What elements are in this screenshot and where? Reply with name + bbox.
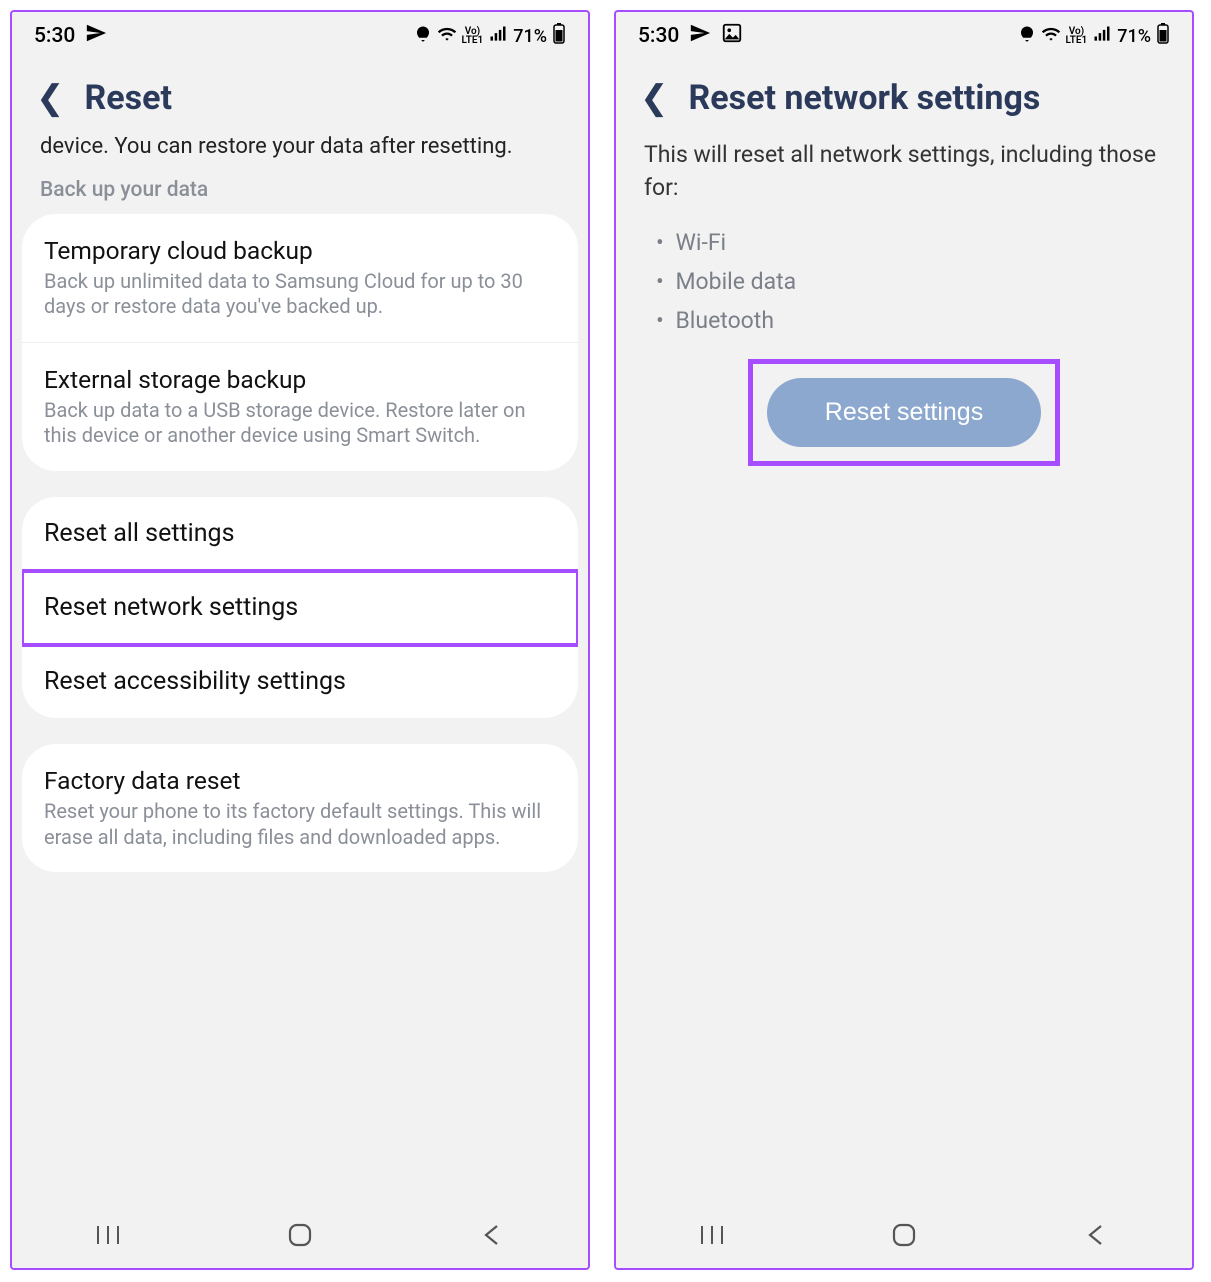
back-button[interactable] xyxy=(472,1220,512,1250)
battery-icon xyxy=(552,23,566,50)
external-storage-backup[interactable]: External storage backup Back up data to … xyxy=(22,343,578,471)
factory-card: Factory data reset Reset your phone to i… xyxy=(22,744,578,872)
row-title: Temporary cloud backup xyxy=(44,236,556,265)
home-button[interactable] xyxy=(884,1220,924,1250)
reset-settings-button[interactable]: Reset settings xyxy=(767,378,1041,447)
bullet-bluetooth: Bluetooth xyxy=(656,301,1152,340)
reset-button-container: Reset settings xyxy=(616,364,1192,461)
android-nav-bar xyxy=(12,1202,588,1268)
reset-network-settings[interactable]: Reset network settings xyxy=(22,571,578,645)
page-header: ❮ Reset network settings xyxy=(616,56,1192,132)
row-title: External storage backup xyxy=(44,365,556,394)
row-sub: Reset your phone to its factory default … xyxy=(44,799,556,850)
temporary-cloud-backup[interactable]: Temporary cloud backup Back up unlimited… xyxy=(22,214,578,343)
page-title: Reset network settings xyxy=(689,78,1041,118)
home-button[interactable] xyxy=(280,1220,320,1250)
back-button[interactable] xyxy=(1076,1220,1116,1250)
recents-button[interactable] xyxy=(88,1220,128,1250)
page-header: ❮ Reset xyxy=(12,56,588,132)
telegram-icon xyxy=(85,22,107,50)
phone-right: 5:30 Vo)LTE1 71% ❮ Reset network setting… xyxy=(614,10,1194,1270)
reset-accessibility-settings[interactable]: Reset accessibility settings xyxy=(22,645,578,718)
signal-icon xyxy=(488,24,508,49)
wifi-icon xyxy=(1041,24,1061,49)
row-title: Reset accessibility settings xyxy=(44,667,556,696)
status-bar: 5:30 Vo)LTE1 71% xyxy=(12,12,588,56)
section-label: Back up your data xyxy=(12,178,588,214)
reset-all-settings[interactable]: Reset all settings xyxy=(22,497,578,571)
factory-data-reset[interactable]: Factory data reset Reset your phone to i… xyxy=(22,744,578,872)
telegram-icon xyxy=(689,22,711,50)
volte-icon: Vo)LTE1 xyxy=(462,27,484,45)
battery-pct: 71% xyxy=(513,26,547,47)
signal-icon xyxy=(1092,24,1112,49)
alarm-icon xyxy=(414,25,432,48)
recents-button[interactable] xyxy=(692,1220,732,1250)
bullet-wifi: Wi-Fi xyxy=(656,223,1152,262)
status-time: 5:30 xyxy=(34,24,75,48)
intro-text: device. You can restore your data after … xyxy=(12,132,588,178)
status-left: 5:30 xyxy=(34,22,107,50)
status-left: 5:30 xyxy=(638,22,743,50)
battery-pct: 71% xyxy=(1117,26,1151,47)
back-icon[interactable]: ❮ xyxy=(36,78,65,118)
status-right: Vo)LTE1 71% xyxy=(414,23,566,50)
status-time: 5:30 xyxy=(638,24,679,48)
row-title: Reset network settings xyxy=(44,593,556,622)
phone-left: 5:30 Vo)LTE1 71% ❮ Reset device. You can… xyxy=(10,10,590,1270)
backup-card: Temporary cloud backup Back up unlimited… xyxy=(22,214,578,471)
wifi-icon xyxy=(437,24,457,49)
battery-icon xyxy=(1156,23,1170,50)
page-title: Reset xyxy=(85,78,172,118)
back-icon[interactable]: ❮ xyxy=(640,78,669,118)
reset-bullets: Wi-Fi Mobile data Bluetooth xyxy=(616,215,1192,364)
row-title: Factory data reset xyxy=(44,766,556,795)
reset-description: This will reset all network settings, in… xyxy=(616,132,1192,215)
status-bar: 5:30 Vo)LTE1 71% xyxy=(616,12,1192,56)
status-right: Vo)LTE1 71% xyxy=(1018,23,1170,50)
image-icon xyxy=(721,22,743,50)
alarm-icon xyxy=(1018,25,1036,48)
row-sub: Back up data to a USB storage device. Re… xyxy=(44,398,556,449)
row-sub: Back up unlimited data to Samsung Cloud … xyxy=(44,269,556,320)
row-title: Reset all settings xyxy=(44,519,556,548)
bullet-mobile-data: Mobile data xyxy=(656,262,1152,301)
volte-icon: Vo)LTE1 xyxy=(1066,27,1088,45)
reset-card: Reset all settings Reset network setting… xyxy=(22,497,578,718)
reset-button-highlight: Reset settings xyxy=(753,364,1055,461)
android-nav-bar xyxy=(616,1202,1192,1268)
